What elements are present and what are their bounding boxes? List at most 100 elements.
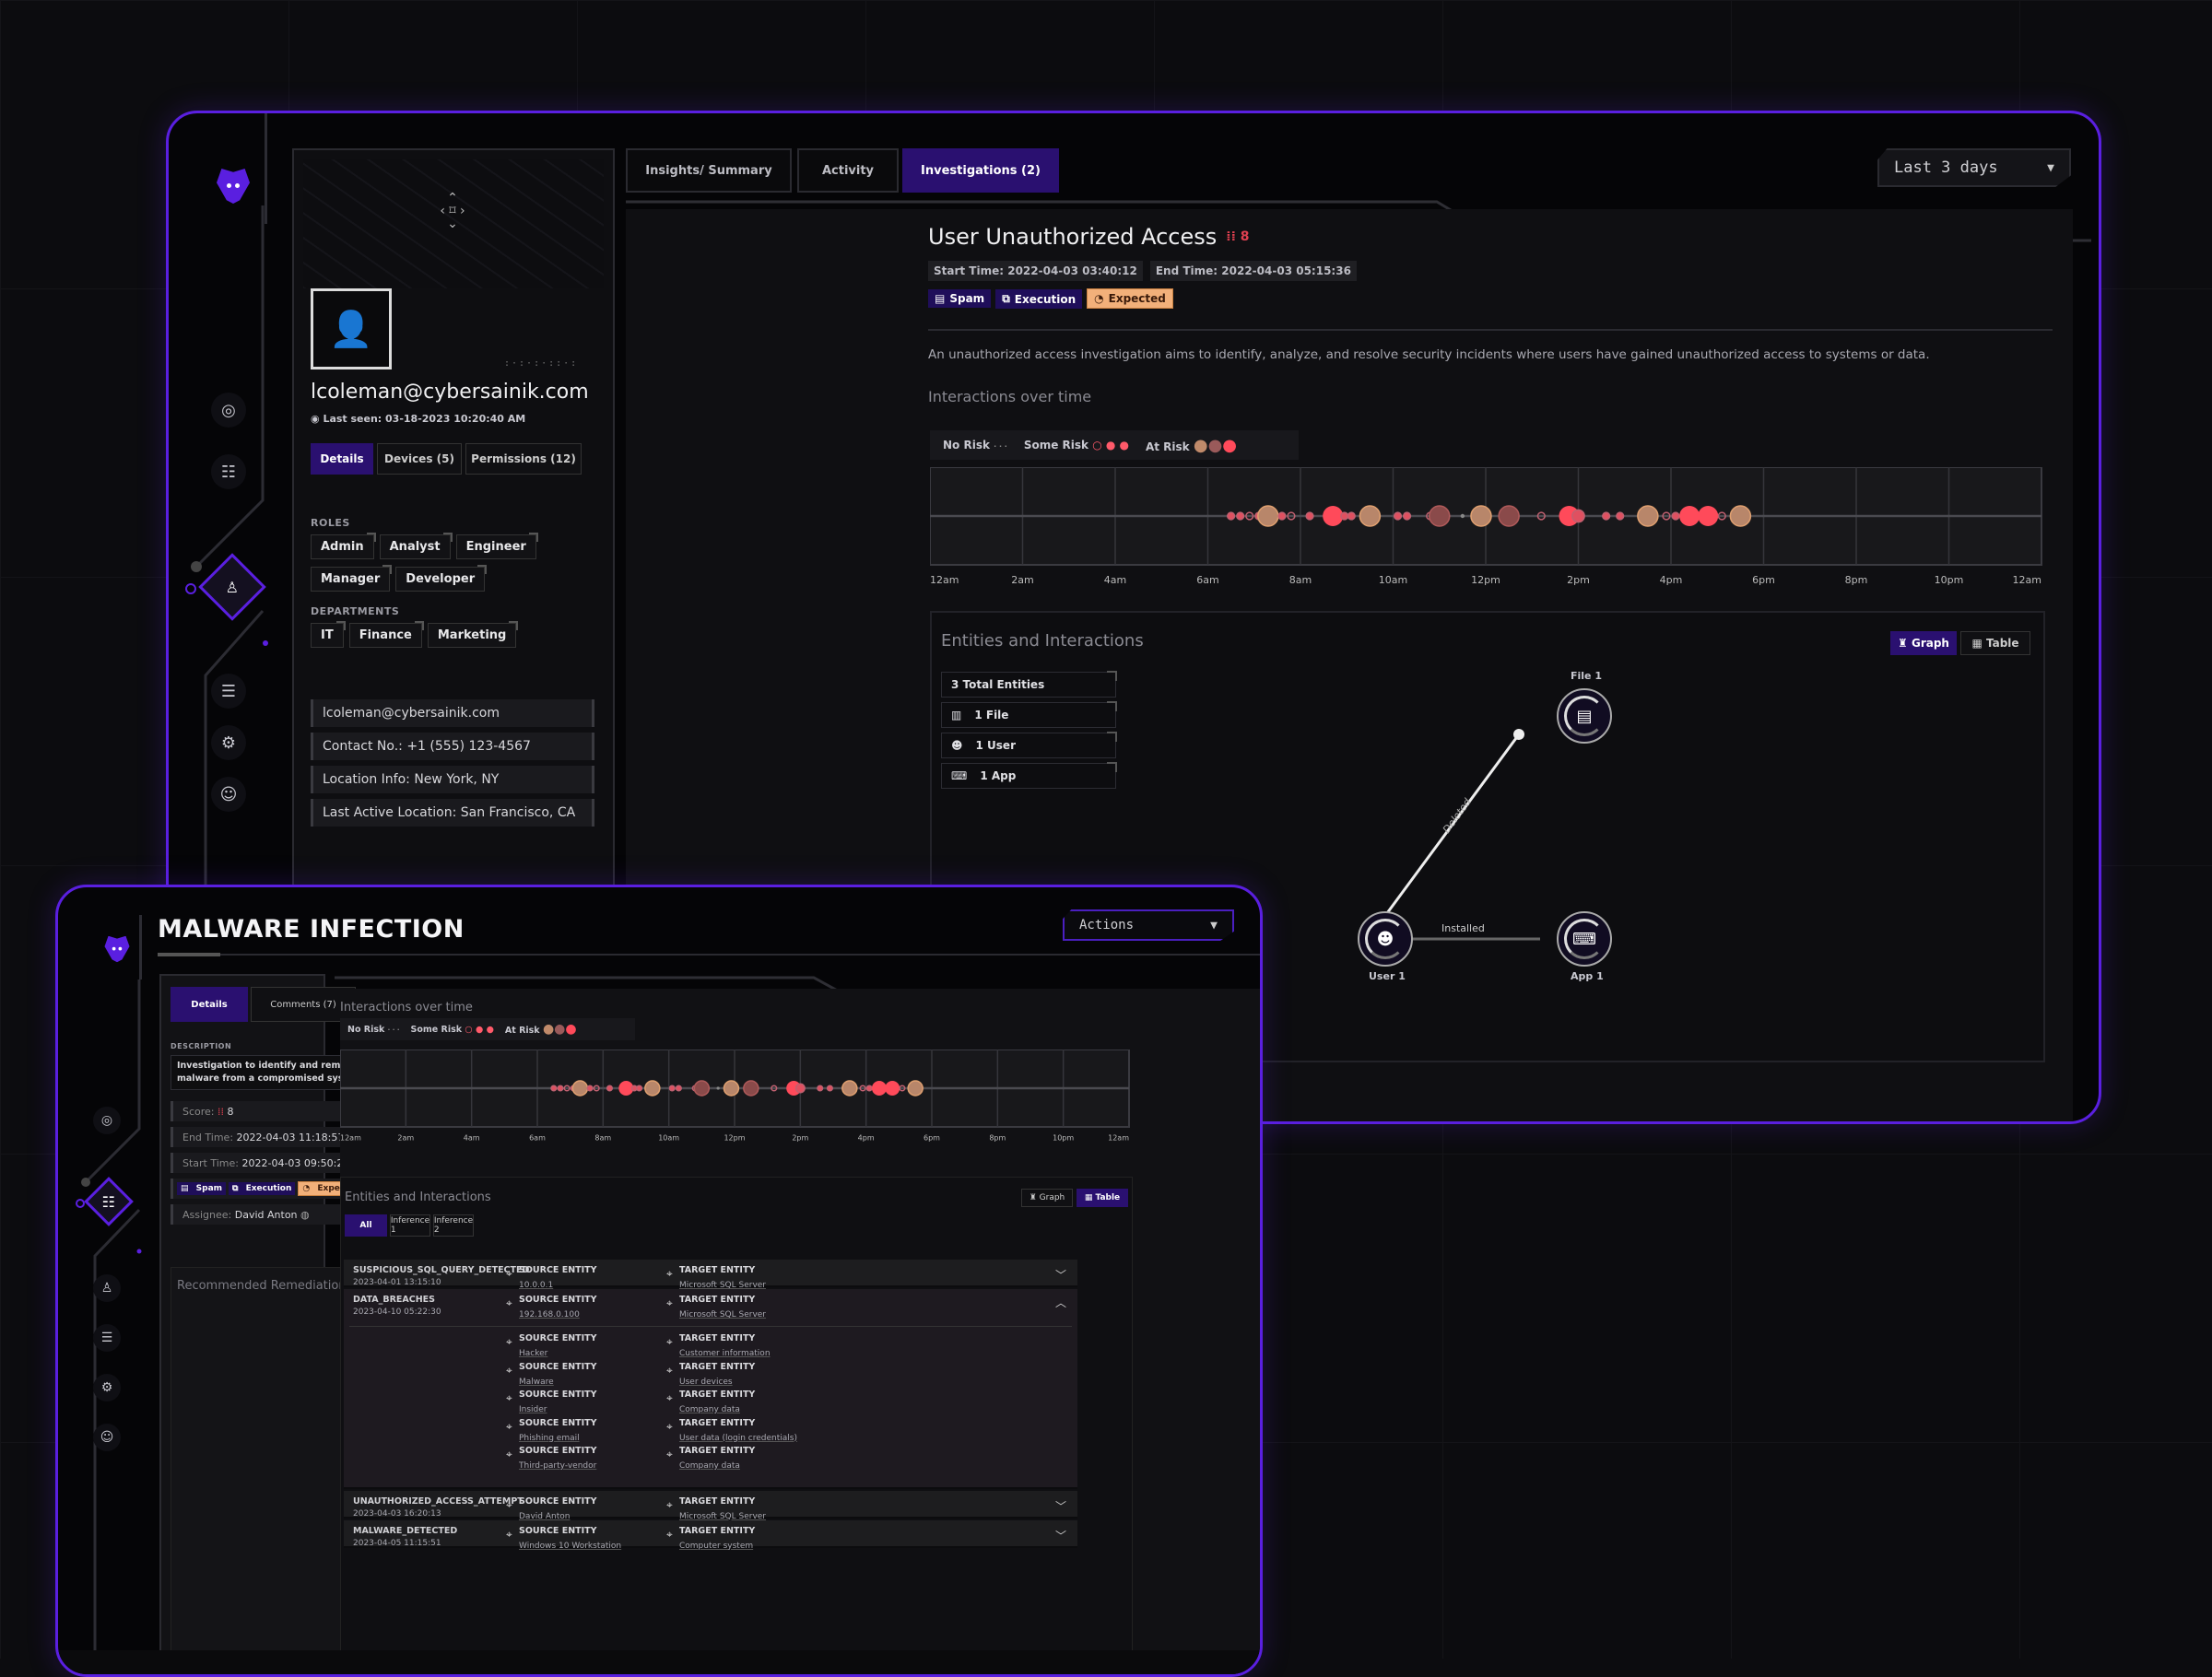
interaction-point <box>1572 510 1584 522</box>
agent-icon[interactable]: ☺ <box>211 777 246 812</box>
source-entity-icon: ⌖ <box>506 1335 512 1349</box>
entity-cell-header: SOURCE ENTITY <box>519 1390 597 1400</box>
risk-legend: No Risk · · · Some Risk ○ ● ● At Risk ●●… <box>340 1018 635 1040</box>
time-range-dropdown[interactable]: Last 3 days▼ <box>1877 148 2071 187</box>
gears-icon[interactable]: ⚙ <box>211 725 246 760</box>
chevron-down-icon[interactable]: ﹀ <box>1055 1528 1066 1543</box>
interaction-point <box>796 1084 806 1093</box>
x-tick-label: 8pm <box>989 1133 1006 1142</box>
agent-icon[interactable]: ☺ <box>93 1424 121 1451</box>
radar-icon[interactable]: ◎ <box>211 393 246 428</box>
filter-all[interactable]: All <box>345 1214 387 1237</box>
entity-cell-value[interactable]: Customer information <box>679 1349 771 1358</box>
entity-cell-value[interactable]: Windows 10 Workstation <box>519 1542 621 1551</box>
tab-insights-summary[interactable]: Insights/ Summary <box>626 148 792 193</box>
event-type: DATA_BREACHES <box>353 1295 435 1305</box>
location-field: Location Info: New York, NY <box>311 766 594 793</box>
last-seen: ◉ Last seen: 03-18-2023 10:20:40 AM <box>311 413 525 425</box>
node-file-1[interactable]: ▤ <box>1557 688 1612 744</box>
user-badge-icon[interactable]: ♙ <box>93 1274 121 1302</box>
x-tick-label: 10am <box>1379 574 1407 586</box>
entity-cell: SOURCE ENTITYPhishing email <box>519 1418 597 1443</box>
edge-label-installed: Installed <box>1441 922 1485 934</box>
interaction-point <box>818 1085 823 1091</box>
list-icon[interactable]: ☰ <box>93 1324 121 1352</box>
x-tick-label: 12am <box>1108 1133 1129 1142</box>
entity-cell-value[interactable]: Computer system <box>679 1542 755 1551</box>
tab-permissions[interactable]: Permissions (12) <box>465 443 582 475</box>
interaction-point <box>842 1081 857 1096</box>
interaction-point <box>1461 514 1465 518</box>
list-icon[interactable]: ☰ <box>211 674 246 709</box>
target-entity-icon: ⌖ <box>666 1528 673 1542</box>
chip-label: Expected <box>1109 292 1166 305</box>
interaction-point <box>1672 512 1679 520</box>
chevron-up-icon[interactable]: ︿ <box>1055 1295 1066 1310</box>
start-time: Start Time: 2022-04-03 03:40:12 <box>928 261 1143 281</box>
tab-investigations[interactable]: Investigations (2) <box>902 148 1059 193</box>
interaction-point <box>694 1081 709 1096</box>
tab-details[interactable]: Details <box>171 987 248 1022</box>
graph-view-button[interactable]: ♜ Graph <box>1021 1189 1073 1207</box>
x-tick-label: 6pm <box>924 1133 940 1142</box>
entity-cell-value[interactable]: User data (login credentials) <box>679 1434 797 1443</box>
entity-cell-header: TARGET ENTITY <box>679 1496 766 1507</box>
entity-cell-value[interactable]: 192.168.0.100 <box>519 1310 597 1319</box>
entity-cell-value[interactable]: User devices <box>679 1378 755 1387</box>
table-view-button[interactable]: ▦ Table <box>1077 1189 1128 1207</box>
filter-inference-2[interactable]: Inference 2 <box>433 1214 474 1237</box>
entity-cell-value[interactable]: Third-party-vendor <box>519 1461 597 1471</box>
score-badge: ⁞⁞ 8 <box>1226 229 1249 244</box>
interaction-point <box>724 1081 738 1096</box>
tab-devices[interactable]: Devices (5) <box>377 443 462 475</box>
legend-no-risk: No Risk · · · <box>943 439 1007 452</box>
interaction-point <box>717 1086 720 1089</box>
entity-cell: SOURCE ENTITY192.168.0.100 <box>519 1295 597 1319</box>
chip-expected: ◔Expected <box>1087 288 1173 309</box>
entity-row[interactable]: UNAUTHORIZED_ACCESS_ATTEMPT 2023-04-03 1… <box>344 1491 1077 1519</box>
entity-cell-value[interactable]: Malware <box>519 1378 597 1387</box>
actions-dropdown[interactable]: Actions▼ <box>1063 909 1234 941</box>
interaction-point <box>645 1081 660 1096</box>
target-entity-icon: ⌖ <box>666 1448 673 1461</box>
entity-cell: TARGET ENTITYCustomer information <box>679 1333 771 1358</box>
filter-inference-1[interactable]: Inference 1 <box>390 1214 430 1237</box>
last-seen-text: Last seen: 03-18-2023 10:20:40 AM <box>323 413 525 425</box>
tab-details[interactable]: Details <box>311 443 373 475</box>
entity-cell-header: TARGET ENTITY <box>679 1446 755 1456</box>
last-active-field: Last Active Location: San Francisco, CA <box>311 799 594 827</box>
interaction-point <box>1347 512 1355 520</box>
search-list-icon[interactable]: ☷ <box>211 454 246 489</box>
description-label: DESCRIPTION <box>171 1042 231 1050</box>
entity-cell-value[interactable]: Company data <box>679 1405 755 1414</box>
tab-activity[interactable]: Activity <box>797 148 899 193</box>
x-tick-label: 8am <box>594 1133 611 1142</box>
x-tick-label: 2am <box>1011 574 1033 586</box>
entity-cell-value[interactable]: Insider <box>519 1405 597 1414</box>
entity-cell-value[interactable]: Hacker <box>519 1349 597 1358</box>
legend-at-risk: At Risk ●●● <box>1146 436 1237 455</box>
node-app-1[interactable]: ⌨ <box>1557 911 1612 967</box>
chevron-down-icon[interactable]: ﹀ <box>1055 1498 1066 1514</box>
entity-cell: SOURCE ENTITYHacker <box>519 1333 597 1358</box>
interaction-point <box>1603 512 1610 520</box>
avatar: 👤 <box>311 288 392 369</box>
radar-icon[interactable]: ◎ <box>93 1107 121 1134</box>
entity-cell: TARGET ENTITY Computer system <box>679 1526 755 1551</box>
entity-row[interactable]: DATA_BREACHES 2023-04-10 05:22:30 ⌖ SOUR… <box>344 1289 1077 1489</box>
chevron-down-icon[interactable]: ﹀ <box>1055 1267 1066 1283</box>
entity-cell-header: TARGET ENTITY <box>679 1526 755 1536</box>
entity-cell-value[interactable]: Company data <box>679 1461 755 1471</box>
node-label-file: File 1 <box>1571 670 1602 682</box>
entity-cell-header: TARGET ENTITY <box>679 1362 755 1372</box>
entity-cell-value[interactable]: Microsoft SQL Server <box>679 1310 766 1319</box>
detail-title: User Unauthorized Access <box>928 224 1217 250</box>
target-entity-icon: ⌖ <box>666 1364 673 1378</box>
entity-row[interactable]: MALWARE_DETECTED 2023-04-05 11:15:51 ⌖ S… <box>344 1520 1077 1548</box>
entity-cell-value[interactable]: Phishing email <box>519 1434 597 1443</box>
node-user-1[interactable]: ☻ <box>1358 911 1413 967</box>
gears-icon[interactable]: ⚙ <box>93 1374 121 1401</box>
interaction-point <box>1341 512 1348 520</box>
entity-row[interactable]: SUSPICIOUS_SQL_QUERY_DETECTED 2023-04-01… <box>344 1260 1077 1287</box>
map-pan-control[interactable]: ⌃‹ ⌑ ›⌄ <box>434 192 471 230</box>
